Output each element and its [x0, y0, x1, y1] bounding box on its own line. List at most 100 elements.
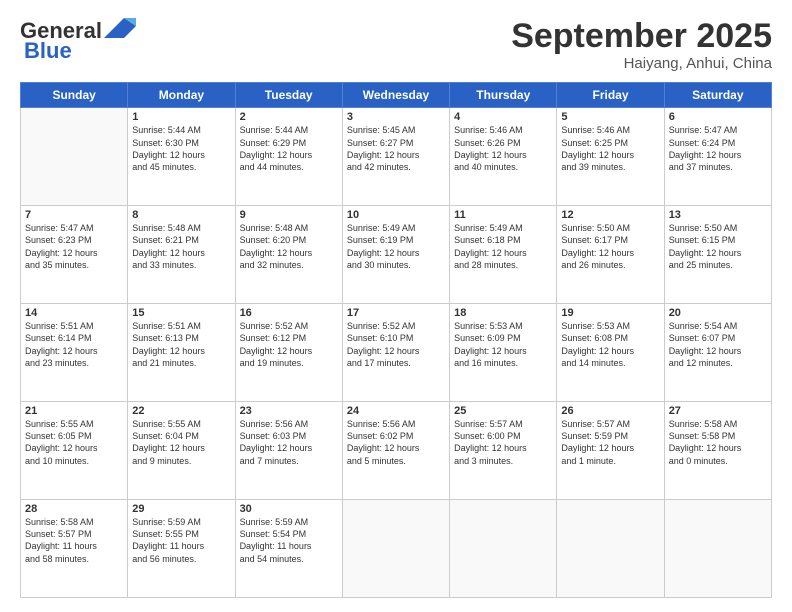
- calendar-week-2: 7Sunrise: 5:47 AM Sunset: 6:23 PM Daylig…: [21, 206, 772, 304]
- calendar-week-4: 21Sunrise: 5:55 AM Sunset: 6:05 PM Dayli…: [21, 402, 772, 500]
- calendar-cell: 28Sunrise: 5:58 AM Sunset: 5:57 PM Dayli…: [21, 500, 128, 598]
- calendar-cell: 19Sunrise: 5:53 AM Sunset: 6:08 PM Dayli…: [557, 304, 664, 402]
- calendar-cell: 26Sunrise: 5:57 AM Sunset: 5:59 PM Dayli…: [557, 402, 664, 500]
- cell-content: Sunrise: 5:50 AM Sunset: 6:15 PM Dayligh…: [669, 222, 767, 271]
- calendar-cell: [557, 500, 664, 598]
- calendar-cell: [21, 108, 128, 206]
- title-area: September 2025 Haiyang, Anhui, China: [511, 18, 772, 72]
- day-number: 27: [669, 405, 767, 417]
- col-tuesday: Tuesday: [235, 83, 342, 108]
- calendar-week-3: 14Sunrise: 5:51 AM Sunset: 6:14 PM Dayli…: [21, 304, 772, 402]
- cell-content: Sunrise: 5:48 AM Sunset: 6:20 PM Dayligh…: [240, 222, 338, 271]
- day-number: 25: [454, 405, 552, 417]
- cell-content: Sunrise: 5:59 AM Sunset: 5:55 PM Dayligh…: [132, 516, 230, 565]
- day-number: 16: [240, 307, 338, 319]
- cell-content: Sunrise: 5:49 AM Sunset: 6:18 PM Dayligh…: [454, 222, 552, 271]
- day-number: 12: [561, 209, 659, 221]
- cell-content: Sunrise: 5:58 AM Sunset: 5:57 PM Dayligh…: [25, 516, 123, 565]
- cell-content: Sunrise: 5:50 AM Sunset: 6:17 PM Dayligh…: [561, 222, 659, 271]
- calendar-cell: 5Sunrise: 5:46 AM Sunset: 6:25 PM Daylig…: [557, 108, 664, 206]
- cell-content: Sunrise: 5:45 AM Sunset: 6:27 PM Dayligh…: [347, 124, 445, 173]
- day-number: 17: [347, 307, 445, 319]
- day-number: 21: [25, 405, 123, 417]
- col-sunday: Sunday: [21, 83, 128, 108]
- day-number: 13: [669, 209, 767, 221]
- cell-content: Sunrise: 5:46 AM Sunset: 6:26 PM Dayligh…: [454, 124, 552, 173]
- cell-content: Sunrise: 5:57 AM Sunset: 5:59 PM Dayligh…: [561, 418, 659, 467]
- calendar-cell: 6Sunrise: 5:47 AM Sunset: 6:24 PM Daylig…: [664, 108, 771, 206]
- calendar-table: Sunday Monday Tuesday Wednesday Thursday…: [20, 82, 772, 598]
- calendar-week-1: 1Sunrise: 5:44 AM Sunset: 6:30 PM Daylig…: [21, 108, 772, 206]
- calendar-cell: 21Sunrise: 5:55 AM Sunset: 6:05 PM Dayli…: [21, 402, 128, 500]
- cell-content: Sunrise: 5:49 AM Sunset: 6:19 PM Dayligh…: [347, 222, 445, 271]
- calendar-cell: [664, 500, 771, 598]
- calendar-cell: 18Sunrise: 5:53 AM Sunset: 6:09 PM Dayli…: [450, 304, 557, 402]
- cell-content: Sunrise: 5:47 AM Sunset: 6:24 PM Dayligh…: [669, 124, 767, 173]
- calendar-cell: 11Sunrise: 5:49 AM Sunset: 6:18 PM Dayli…: [450, 206, 557, 304]
- day-number: 20: [669, 307, 767, 319]
- cell-content: Sunrise: 5:52 AM Sunset: 6:12 PM Dayligh…: [240, 320, 338, 369]
- calendar-cell: 23Sunrise: 5:56 AM Sunset: 6:03 PM Dayli…: [235, 402, 342, 500]
- header: General Blue September 2025 Haiyang, Anh…: [20, 18, 772, 72]
- day-number: 6: [669, 111, 767, 123]
- calendar-cell: 12Sunrise: 5:50 AM Sunset: 6:17 PM Dayli…: [557, 206, 664, 304]
- col-monday: Monday: [128, 83, 235, 108]
- cell-content: Sunrise: 5:51 AM Sunset: 6:14 PM Dayligh…: [25, 320, 123, 369]
- cell-content: Sunrise: 5:54 AM Sunset: 6:07 PM Dayligh…: [669, 320, 767, 369]
- cell-content: Sunrise: 5:52 AM Sunset: 6:10 PM Dayligh…: [347, 320, 445, 369]
- calendar-cell: 16Sunrise: 5:52 AM Sunset: 6:12 PM Dayli…: [235, 304, 342, 402]
- day-number: 8: [132, 209, 230, 221]
- calendar-cell: 9Sunrise: 5:48 AM Sunset: 6:20 PM Daylig…: [235, 206, 342, 304]
- col-friday: Friday: [557, 83, 664, 108]
- cell-content: Sunrise: 5:55 AM Sunset: 6:04 PM Dayligh…: [132, 418, 230, 467]
- calendar-cell: 13Sunrise: 5:50 AM Sunset: 6:15 PM Dayli…: [664, 206, 771, 304]
- cell-content: Sunrise: 5:53 AM Sunset: 6:09 PM Dayligh…: [454, 320, 552, 369]
- day-number: 9: [240, 209, 338, 221]
- day-number: 11: [454, 209, 552, 221]
- calendar-cell: 14Sunrise: 5:51 AM Sunset: 6:14 PM Dayli…: [21, 304, 128, 402]
- day-number: 19: [561, 307, 659, 319]
- day-number: 3: [347, 111, 445, 123]
- cell-content: Sunrise: 5:47 AM Sunset: 6:23 PM Dayligh…: [25, 222, 123, 271]
- cell-content: Sunrise: 5:59 AM Sunset: 5:54 PM Dayligh…: [240, 516, 338, 565]
- cell-content: Sunrise: 5:53 AM Sunset: 6:08 PM Dayligh…: [561, 320, 659, 369]
- calendar-week-5: 28Sunrise: 5:58 AM Sunset: 5:57 PM Dayli…: [21, 500, 772, 598]
- day-number: 5: [561, 111, 659, 123]
- calendar-header-row: Sunday Monday Tuesday Wednesday Thursday…: [21, 83, 772, 108]
- cell-content: Sunrise: 5:57 AM Sunset: 6:00 PM Dayligh…: [454, 418, 552, 467]
- cell-content: Sunrise: 5:44 AM Sunset: 6:29 PM Dayligh…: [240, 124, 338, 173]
- cell-content: Sunrise: 5:46 AM Sunset: 6:25 PM Dayligh…: [561, 124, 659, 173]
- day-number: 22: [132, 405, 230, 417]
- calendar-cell: [450, 500, 557, 598]
- calendar-cell: 30Sunrise: 5:59 AM Sunset: 5:54 PM Dayli…: [235, 500, 342, 598]
- calendar-cell: 4Sunrise: 5:46 AM Sunset: 6:26 PM Daylig…: [450, 108, 557, 206]
- calendar-cell: 10Sunrise: 5:49 AM Sunset: 6:19 PM Dayli…: [342, 206, 449, 304]
- day-number: 18: [454, 307, 552, 319]
- cell-content: Sunrise: 5:48 AM Sunset: 6:21 PM Dayligh…: [132, 222, 230, 271]
- calendar-cell: 1Sunrise: 5:44 AM Sunset: 6:30 PM Daylig…: [128, 108, 235, 206]
- calendar-cell: 17Sunrise: 5:52 AM Sunset: 6:10 PM Dayli…: [342, 304, 449, 402]
- cell-content: Sunrise: 5:44 AM Sunset: 6:30 PM Dayligh…: [132, 124, 230, 173]
- calendar-cell: 24Sunrise: 5:56 AM Sunset: 6:02 PM Dayli…: [342, 402, 449, 500]
- cell-content: Sunrise: 5:55 AM Sunset: 6:05 PM Dayligh…: [25, 418, 123, 467]
- calendar-cell: 3Sunrise: 5:45 AM Sunset: 6:27 PM Daylig…: [342, 108, 449, 206]
- day-number: 29: [132, 503, 230, 515]
- calendar-cell: 8Sunrise: 5:48 AM Sunset: 6:21 PM Daylig…: [128, 206, 235, 304]
- logo: General Blue: [20, 18, 136, 64]
- day-number: 23: [240, 405, 338, 417]
- logo-icon: [104, 18, 136, 38]
- col-saturday: Saturday: [664, 83, 771, 108]
- calendar-cell: 25Sunrise: 5:57 AM Sunset: 6:00 PM Dayli…: [450, 402, 557, 500]
- calendar-cell: 27Sunrise: 5:58 AM Sunset: 5:58 PM Dayli…: [664, 402, 771, 500]
- cell-content: Sunrise: 5:56 AM Sunset: 6:02 PM Dayligh…: [347, 418, 445, 467]
- calendar-cell: 29Sunrise: 5:59 AM Sunset: 5:55 PM Dayli…: [128, 500, 235, 598]
- day-number: 15: [132, 307, 230, 319]
- calendar-cell: 22Sunrise: 5:55 AM Sunset: 6:04 PM Dayli…: [128, 402, 235, 500]
- location: Haiyang, Anhui, China: [511, 55, 772, 72]
- month-title: September 2025: [511, 18, 772, 55]
- day-number: 26: [561, 405, 659, 417]
- day-number: 4: [454, 111, 552, 123]
- cell-content: Sunrise: 5:56 AM Sunset: 6:03 PM Dayligh…: [240, 418, 338, 467]
- day-number: 24: [347, 405, 445, 417]
- cell-content: Sunrise: 5:51 AM Sunset: 6:13 PM Dayligh…: [132, 320, 230, 369]
